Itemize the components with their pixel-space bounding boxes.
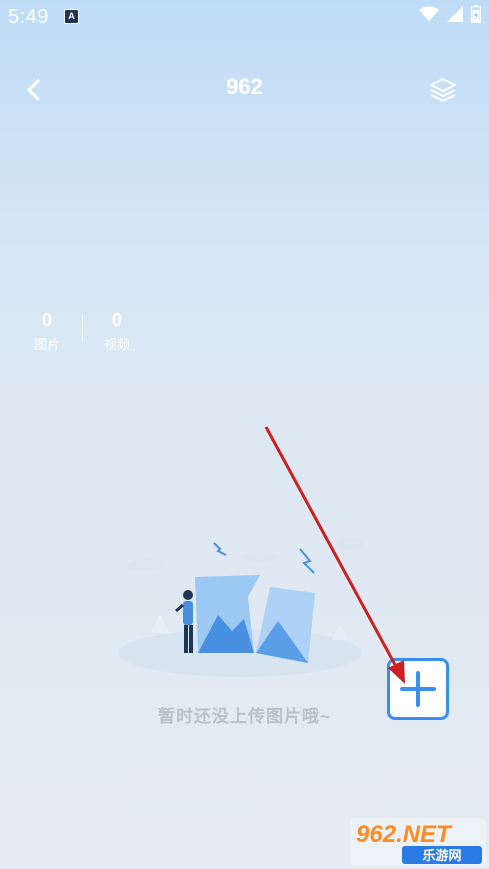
plus-icon [400, 671, 436, 707]
signal-icon [447, 6, 463, 22]
videos-count: 0 [111, 310, 122, 330]
photos-count: 0 [41, 310, 52, 330]
photos-label: 图片 [33, 337, 60, 352]
wifi-icon [419, 6, 439, 21]
stat-videos[interactable]: 0 视频 [97, 310, 137, 353]
962-net-watermark: 962.NET 乐游网 [350, 818, 486, 866]
battery-icon [471, 5, 481, 23]
add-photo-button[interactable] [387, 658, 449, 720]
page-title: 962 [226, 74, 263, 99]
layers-button[interactable] [427, 74, 459, 106]
status-icons [419, 5, 481, 23]
person-with-photos-illustration [118, 537, 364, 677]
stat-photos[interactable]: 0 图片 [27, 310, 67, 353]
svg-text:962.NET: 962.NET [356, 821, 453, 848]
videos-label: 视频 [103, 337, 130, 352]
status-time: 5:49 [8, 6, 49, 28]
annotation-arrow [264, 426, 405, 684]
layers-icon [430, 78, 456, 102]
a-notification-icon: A [64, 9, 79, 24]
svg-text:乐游网: 乐游网 [422, 848, 461, 864]
stats-divider [82, 314, 83, 342]
